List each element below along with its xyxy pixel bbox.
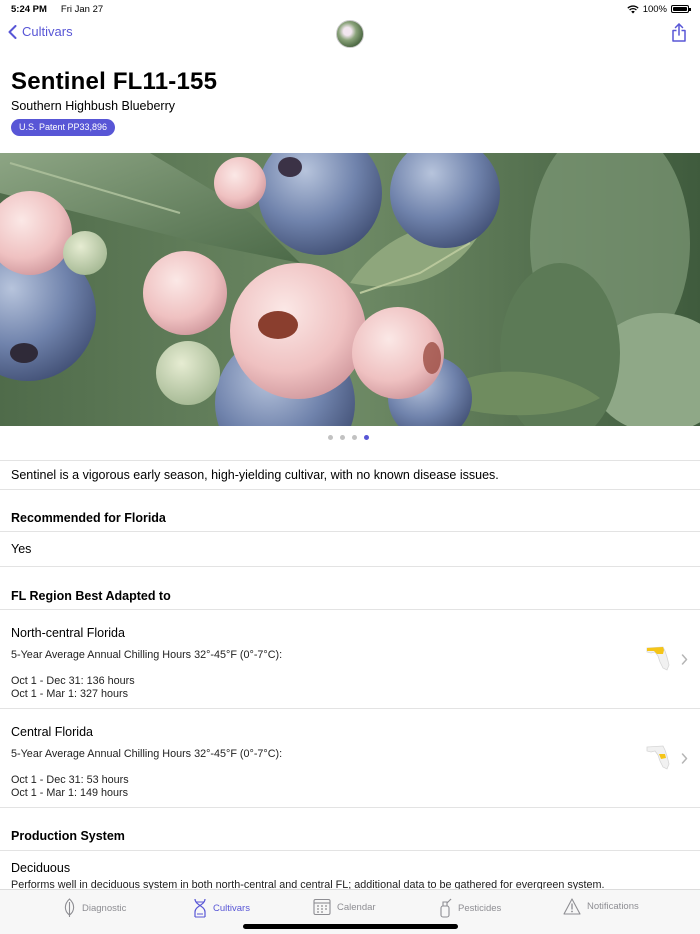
divider	[0, 489, 700, 490]
florida-map-icon	[646, 745, 670, 770]
status-date: Fri Jan 27	[60, 3, 104, 15]
status-bar: 5:24 PM Fri Jan 27 100%	[0, 0, 700, 18]
dna-icon	[194, 898, 206, 918]
status-indicators: 100%	[627, 3, 691, 15]
patent-badge[interactable]: U.S. Patent PP33,896	[11, 119, 116, 136]
cultivar-thumbnail-avatar	[336, 20, 364, 48]
tab-label: Calendar	[337, 901, 376, 913]
divider	[0, 460, 700, 461]
tab-label: Notifications	[587, 901, 639, 912]
production-heading: Production System	[11, 829, 125, 843]
navigation-bar: Cultivars	[0, 18, 700, 50]
chevron-right-icon	[681, 753, 688, 764]
calendar-icon	[313, 898, 331, 916]
wifi-icon	[627, 4, 639, 13]
tab-cultivars[interactable]: Cultivars	[193, 898, 250, 918]
home-indicator[interactable]	[243, 924, 458, 929]
battery-percent: 100%	[642, 3, 667, 15]
region-row-central[interactable]: Central Florida 5-Year Average Annual Ch…	[0, 709, 700, 807]
pesticide-icon	[440, 898, 452, 918]
share-button[interactable]	[672, 23, 686, 47]
region-heading: FL Region Best Adapted to	[11, 589, 171, 603]
production-value: Deciduous	[11, 861, 71, 875]
cultivar-type: Southern Highbush Blueberry	[11, 99, 175, 113]
cultivar-photo-carousel[interactable]	[0, 153, 700, 426]
divider	[0, 807, 700, 808]
page-dot[interactable]	[340, 435, 345, 440]
tab-label: Diagnostic	[82, 902, 127, 914]
carousel-page-indicator[interactable]	[328, 435, 369, 440]
chilling-hours-dec: Oct 1 - Dec 31: 136 hours	[11, 675, 135, 687]
tab-label: Pesticides	[458, 902, 502, 914]
florida-map-icon	[646, 646, 670, 671]
tab-pesticides[interactable]: Pesticides	[438, 898, 501, 918]
chilling-hours-dec: Oct 1 - Dec 31: 53 hours	[11, 774, 129, 786]
battery-icon	[671, 5, 691, 13]
region-name: North-central Florida	[11, 626, 125, 640]
chilling-hours-label: 5-Year Average Annual Chilling Hours 32°…	[11, 748, 283, 760]
leaf-icon	[64, 898, 75, 917]
recommended-value: Yes	[11, 542, 32, 556]
chilling-hours-mar: Oct 1 - Mar 1: 327 hours	[11, 688, 129, 700]
tab-diagnostic[interactable]: Diagnostic	[63, 898, 126, 918]
chevron-right-icon	[681, 654, 688, 665]
divider	[0, 566, 700, 567]
tab-notifications[interactable]: Notifications	[563, 898, 639, 915]
tab-calendar[interactable]: Calendar	[313, 898, 376, 916]
page-title: Sentinel FL11-155	[11, 68, 218, 95]
divider	[0, 850, 700, 851]
recommended-heading: Recommended for Florida	[11, 511, 166, 525]
page-dot-active[interactable]	[364, 435, 369, 440]
tab-label: Cultivars	[213, 902, 250, 914]
back-button[interactable]: Cultivars	[8, 24, 73, 39]
region-row-north-central[interactable]: North-central Florida 5-Year Average Ann…	[0, 610, 700, 708]
chilling-hours-label: 5-Year Average Annual Chilling Hours 32°…	[11, 649, 283, 661]
warning-icon	[563, 898, 581, 915]
back-button-label: Cultivars	[22, 24, 73, 39]
chevron-left-icon	[8, 24, 17, 39]
blueberry-photo	[0, 153, 700, 426]
divider	[0, 531, 700, 532]
region-name: Central Florida	[11, 725, 93, 739]
chilling-hours-mar: Oct 1 - Mar 1: 149 hours	[11, 787, 129, 799]
page-dot[interactable]	[352, 435, 357, 440]
cultivar-description: Sentinel is a vigorous early season, hig…	[11, 468, 499, 482]
share-icon	[672, 23, 686, 42]
page-dot[interactable]	[328, 435, 333, 440]
status-time: 5:24 PM	[11, 3, 47, 15]
